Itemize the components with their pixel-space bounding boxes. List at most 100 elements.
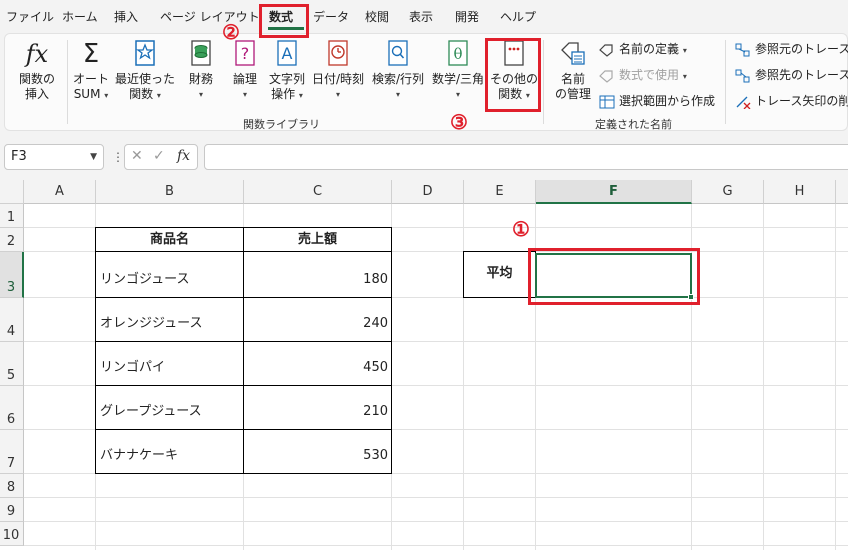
theta-book-icon: θ <box>431 40 485 68</box>
chevron-down-icon: ▾ <box>335 90 340 99</box>
gridline <box>24 497 848 498</box>
callout-box-formulas-tab <box>259 4 309 38</box>
column-header-f[interactable]: F <box>536 180 692 204</box>
column-header-a[interactable]: A <box>24 180 96 204</box>
gridline <box>24 545 848 546</box>
coins-book-icon <box>181 40 221 68</box>
create-from-selection-button[interactable]: 選択範囲から作成 <box>599 92 715 110</box>
name-box[interactable]: F3 ▼ <box>4 144 104 170</box>
more-options-icon[interactable]: ⋮ <box>112 150 124 164</box>
chevron-down-icon[interactable]: ▼ <box>90 145 97 169</box>
formula-buttons: ✕ ✓ fx <box>124 144 198 170</box>
sigma-icon: Σ <box>82 39 100 69</box>
chevron-down-icon: ▾ <box>455 90 460 99</box>
table-cell-product[interactable]: リンゴパイ <box>95 341 244 386</box>
tag-icon <box>599 43 615 57</box>
tag-formula-icon <box>599 69 615 83</box>
row-header-8[interactable]: 8 <box>0 474 24 498</box>
use-in-formula-button[interactable]: 数式で使用 ▾ <box>599 66 687 84</box>
svg-text:A: A <box>282 44 293 63</box>
column-header-b[interactable]: B <box>96 180 244 204</box>
table-cell-sales[interactable]: 240 <box>243 297 392 342</box>
chevron-down-icon: ▾ <box>682 72 687 81</box>
autosum-button[interactable]: Σ オート SUM ▾ <box>69 40 113 103</box>
math-trig-button[interactable]: θ 数学/三角 ▾ <box>431 40 485 102</box>
remove-arrows-button[interactable]: トレース矢印の削除 <box>735 92 848 110</box>
table-cell-sales[interactable]: 450 <box>243 341 392 386</box>
gridline <box>24 521 848 522</box>
recently-used-button[interactable]: 最近使った 関数 ▾ <box>115 40 175 103</box>
trace-dependents-icon <box>735 69 751 83</box>
formula-input[interactable] <box>204 144 848 170</box>
row-header-9[interactable]: 9 <box>0 498 24 522</box>
svg-text:?: ? <box>241 44 250 63</box>
svg-text:θ: θ <box>453 45 462 63</box>
row-header-3[interactable]: 3 <box>0 252 24 298</box>
average-label-cell[interactable]: 平均 <box>463 251 536 298</box>
chevron-down-icon: ▾ <box>156 91 161 100</box>
table-header-sales[interactable]: 売上額 <box>243 227 392 252</box>
table-cell-sales[interactable]: 180 <box>243 251 392 298</box>
ribbon-separator <box>67 40 68 124</box>
tab-help[interactable]: ヘルプ <box>500 8 536 25</box>
grid-create-icon <box>599 95 615 109</box>
column-header-i[interactable] <box>836 180 848 204</box>
row-header-2[interactable]: 2 <box>0 228 24 252</box>
name-manager-button[interactable]: 名前 の管理 <box>551 40 595 102</box>
clock-icon <box>311 40 365 68</box>
insert-function-button[interactable]: fx 関数の 挿入 <box>15 40 59 102</box>
callout-number-1: ① <box>512 217 530 241</box>
table-cell-product[interactable]: バナナケーキ <box>95 429 244 474</box>
tab-home[interactable]: ホーム <box>62 8 98 25</box>
column-header-d[interactable]: D <box>392 180 464 204</box>
table-header-product[interactable]: 商品名 <box>95 227 244 252</box>
tag-list-icon <box>551 40 595 68</box>
trace-precedents-button[interactable]: 参照元のトレース <box>735 40 848 58</box>
spreadsheet-grid: A B C D E F G H 1 2 3 4 5 6 7 8 9 10 商品名… <box>0 180 848 550</box>
financial-button[interactable]: 財務 ▾ <box>181 40 221 102</box>
row-header-4[interactable]: 4 <box>0 298 24 342</box>
magnifier-book-icon <box>371 40 425 68</box>
text-functions-button[interactable]: A 文字列 操作 ▾ <box>267 40 307 103</box>
row-header-5[interactable]: 5 <box>0 342 24 386</box>
row-header-7[interactable]: 7 <box>0 430 24 474</box>
table-cell-product[interactable]: リンゴジュース <box>95 251 244 298</box>
tab-developer[interactable]: 開発 <box>455 8 479 25</box>
text-a-icon: A <box>267 40 307 68</box>
ribbon-separator <box>543 40 544 124</box>
lookup-reference-button[interactable]: 検索/行列 ▾ <box>371 40 425 102</box>
ribbon-separator <box>725 40 726 124</box>
select-all-corner[interactable] <box>0 180 24 204</box>
table-cell-sales[interactable]: 210 <box>243 385 392 430</box>
table-cell-product[interactable]: オレンジジュース <box>95 297 244 342</box>
column-header-e[interactable]: E <box>464 180 536 204</box>
table-cell-sales[interactable]: 530 <box>243 429 392 474</box>
tab-page-layout[interactable]: ページ レイアウト <box>160 8 260 25</box>
table-cell-product[interactable]: グレープジュース <box>95 385 244 430</box>
trace-precedents-icon <box>735 43 751 57</box>
tab-insert[interactable]: 挿入 <box>114 8 138 25</box>
tab-data[interactable]: データ <box>313 8 349 25</box>
question-book-icon: ? <box>227 40 263 68</box>
define-name-button[interactable]: 名前の定義 ▾ <box>599 40 687 58</box>
row-header-1[interactable]: 1 <box>0 204 24 228</box>
row-header-6[interactable]: 6 <box>0 386 24 430</box>
column-header-c[interactable]: C <box>244 180 392 204</box>
tab-view[interactable]: 表示 <box>409 8 433 25</box>
logical-button[interactable]: ? 論理 ▾ <box>227 40 263 102</box>
star-book-icon <box>115 40 175 68</box>
tab-review[interactable]: 校閲 <box>365 8 389 25</box>
trace-dependents-button[interactable]: 参照先のトレース <box>735 66 848 84</box>
insert-function-icon[interactable]: fx <box>177 148 190 164</box>
callout-number-2: ② <box>222 20 240 44</box>
tab-file[interactable]: ファイル <box>6 8 54 25</box>
chevron-down-icon: ▾ <box>298 91 303 100</box>
chevron-down-icon: ▾ <box>395 90 400 99</box>
column-header-g[interactable]: G <box>692 180 764 204</box>
date-time-button[interactable]: 日付/時刻 ▾ <box>311 40 365 102</box>
confirm-icon[interactable]: ✓ <box>153 148 165 164</box>
row-header-10[interactable]: 10 <box>0 522 24 546</box>
column-header-h[interactable]: H <box>764 180 836 204</box>
callout-box-more-functions <box>485 38 541 112</box>
cancel-icon[interactable]: ✕ <box>131 148 143 164</box>
